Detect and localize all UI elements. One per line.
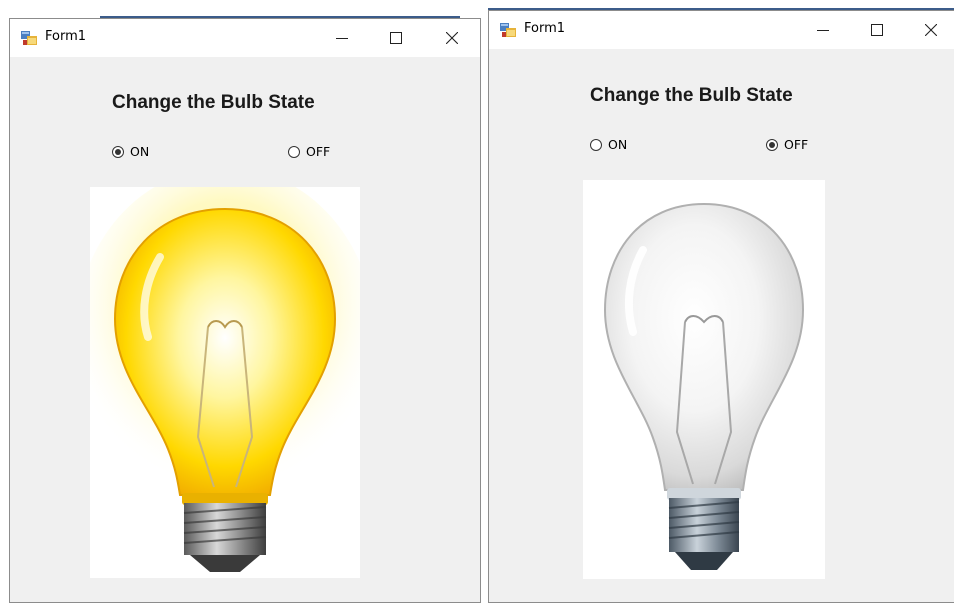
radio-off-indicator[interactable] <box>766 138 778 151</box>
radio-off[interactable]: OFF <box>766 137 808 152</box>
minimize-button[interactable] <box>314 19 370 57</box>
bulb-picture-box <box>583 180 825 579</box>
close-icon <box>446 32 458 44</box>
close-button[interactable] <box>424 19 480 57</box>
radio-on[interactable]: ON <box>590 137 627 152</box>
form-app-icon <box>21 30 37 46</box>
maximize-button[interactable] <box>368 19 424 57</box>
radio-off-indicator[interactable] <box>288 145 300 158</box>
radio-on-indicator[interactable] <box>590 138 602 151</box>
radio-off-label: OFF <box>306 144 331 159</box>
maximize-button[interactable] <box>849 11 905 49</box>
radio-on-label: ON <box>608 137 628 152</box>
maximize-icon <box>871 24 883 36</box>
radio-on-label: ON <box>130 144 150 159</box>
form-window-on: Form1 Change the Bulb State ON OFF <box>9 18 481 603</box>
window-title: Form1 <box>45 29 87 44</box>
unlit-bulb-icon <box>603 202 805 570</box>
form-heading: Change the Bulb State <box>590 85 793 106</box>
close-button[interactable] <box>903 11 954 49</box>
close-icon <box>925 24 937 36</box>
form-heading: Change the Bulb State <box>112 92 315 113</box>
minimize-icon <box>817 30 829 31</box>
bulb-picture-box <box>90 187 360 578</box>
maximize-icon <box>390 32 402 44</box>
form-app-icon <box>500 22 516 38</box>
radio-off-label: OFF <box>784 137 809 152</box>
minimize-button[interactable] <box>795 11 851 49</box>
title-bar[interactable]: Form1 <box>10 19 480 57</box>
window-title: Form1 <box>524 21 566 36</box>
radio-on-indicator[interactable] <box>112 145 124 158</box>
radio-on[interactable]: ON <box>112 144 149 159</box>
title-bar[interactable]: Form1 <box>489 11 954 49</box>
radio-off[interactable]: OFF <box>288 144 330 159</box>
lit-bulb-icon <box>90 187 360 572</box>
minimize-icon <box>336 38 348 39</box>
form-window-off: Form1 Change the Bulb State ON OFF <box>488 10 954 603</box>
